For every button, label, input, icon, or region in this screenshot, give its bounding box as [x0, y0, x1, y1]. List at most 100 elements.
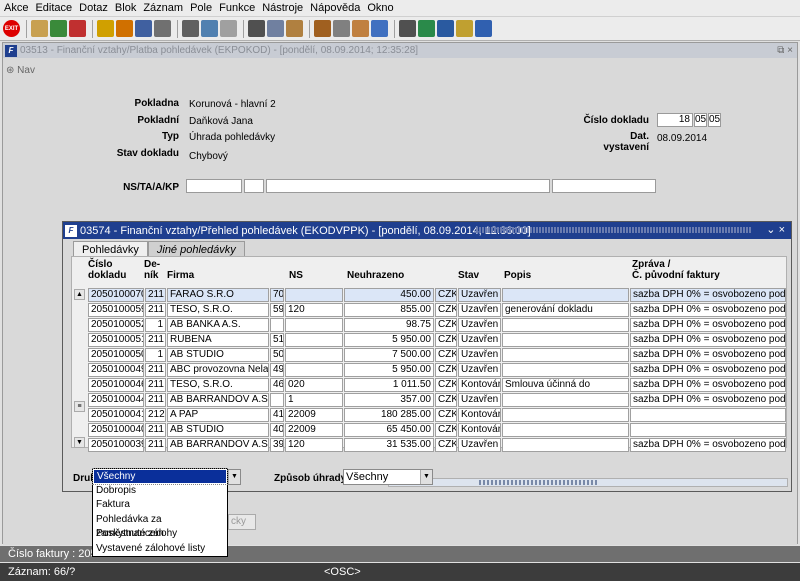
cell-cur[interactable]: CZK [435, 423, 457, 437]
query-icon[interactable] [97, 20, 114, 37]
export-icon[interactable] [399, 20, 416, 37]
cell-stav[interactable]: Kontován [458, 378, 501, 392]
tools-icon[interactable] [314, 20, 331, 37]
filter-icon[interactable] [154, 20, 171, 37]
settings-icon[interactable] [333, 20, 350, 37]
option-pohledavka-za-zamestnancem[interactable]: Pohledávka za zaměstnancem [93, 513, 227, 539]
cell-ns[interactable]: 120 [285, 438, 343, 452]
report-icon[interactable] [201, 20, 218, 37]
cell-doc[interactable]: 2050100070 [88, 288, 144, 302]
cell-den[interactable]: 211 [145, 423, 166, 437]
cell-den[interactable]: 211 [145, 333, 166, 347]
druh-combo-arrow[interactable]: ▼ [227, 469, 241, 485]
ns-field[interactable] [186, 179, 242, 193]
exit-icon[interactable]: EXIT [3, 20, 20, 37]
cell-ns[interactable] [285, 318, 343, 332]
scroll-thumb-icon[interactable]: ≡ [74, 401, 85, 412]
cell-cur[interactable]: CZK [435, 378, 457, 392]
cell-stav[interactable]: Uzavřen [458, 393, 501, 407]
cell-stav[interactable]: Uzavřen [458, 318, 501, 332]
cell-stav[interactable]: Uzavřen [458, 303, 501, 317]
scroll-up-icon[interactable]: ▲ [74, 289, 85, 300]
option-poskytnute-zalohy[interactable]: Poskytnuté zálohy [93, 527, 227, 542]
cell-ns[interactable] [285, 363, 343, 377]
cell-ic[interactable] [270, 318, 284, 332]
mail-icon[interactable] [220, 20, 237, 37]
cell-amt[interactable]: 7 500.00 [344, 348, 434, 362]
cell-popis[interactable] [502, 438, 629, 452]
cell-doc[interactable]: 2050100050 [88, 348, 144, 362]
hscroll-thumb[interactable] [479, 480, 599, 485]
cell-amt[interactable]: 450.00 [344, 288, 434, 302]
cell-amt[interactable]: 65 450.00 [344, 423, 434, 437]
cell-stav[interactable]: Kontován [458, 408, 501, 422]
copy-icon[interactable] [267, 20, 284, 37]
cell-ic[interactable]: 49 [270, 363, 284, 377]
cell-firma[interactable]: RUBENA [167, 333, 269, 347]
cell-zprava[interactable]: sazba DPH 0% = osvobozeno podle par [630, 348, 786, 362]
count-icon[interactable] [135, 20, 152, 37]
cell-den[interactable]: 212 [145, 408, 166, 422]
cell-stav[interactable]: Kontován [458, 423, 501, 437]
ta-field[interactable] [244, 179, 264, 193]
cell-den[interactable]: 211 [145, 393, 166, 407]
cell-doc[interactable]: 2050100051 [88, 333, 144, 347]
menu-dotaz[interactable]: Dotaz [79, 2, 108, 14]
cell-ic[interactable]: 46 [270, 378, 284, 392]
cell-den[interactable]: 1 [145, 348, 166, 362]
cell-popis[interactable]: generování dokladu [502, 303, 629, 317]
cell-popis[interactable] [502, 408, 629, 422]
cell-amt[interactable]: 357.00 [344, 393, 434, 407]
save-icon[interactable] [50, 20, 67, 37]
cell-amt[interactable]: 1 011.50 [344, 378, 434, 392]
cell-popis[interactable] [502, 363, 629, 377]
menu-pole[interactable]: Pole [190, 2, 212, 14]
cell-ns[interactable]: 22009 [285, 408, 343, 422]
cislo-dokladu-part2[interactable]: 05 [694, 113, 707, 127]
cell-firma[interactable]: A PAP [167, 408, 269, 422]
cell-ns[interactable]: 020 [285, 378, 343, 392]
cell-ic[interactable]: 59 [270, 303, 284, 317]
cell-den[interactable]: 211 [145, 363, 166, 377]
cell-firma[interactable]: ABC provozovna Nelahoze [167, 363, 269, 377]
cell-firma[interactable]: AB BANKA A.S. [167, 318, 269, 332]
cell-stav[interactable]: Uzavřen [458, 288, 501, 302]
cell-cur[interactable]: CZK [435, 303, 457, 317]
cell-den[interactable]: 211 [145, 288, 166, 302]
menu-funkce[interactable]: Funkce [219, 2, 255, 14]
cell-zprava[interactable] [630, 423, 786, 437]
cell-doc[interactable]: 2050100052 [88, 318, 144, 332]
cell-amt[interactable]: 31 535.00 [344, 438, 434, 452]
cell-firma[interactable]: AB STUDIO [167, 423, 269, 437]
menu-napoveda[interactable]: Nápověda [310, 2, 360, 14]
cell-ns[interactable]: 120 [285, 303, 343, 317]
cell-popis[interactable] [502, 333, 629, 347]
calendar-icon[interactable] [352, 20, 369, 37]
cell-popis[interactable] [502, 423, 629, 437]
cell-cur[interactable]: CZK [435, 333, 457, 347]
hidden-button[interactable]: cky [228, 514, 256, 530]
cell-ns[interactable]: 1 [285, 393, 343, 407]
cell-stav[interactable]: Uzavřen [458, 333, 501, 347]
window-controls-icon[interactable]: ⌄ × [766, 223, 785, 236]
cell-zprava[interactable]: sazba DPH 0% = osvobozeno podle par [630, 378, 786, 392]
cell-cur[interactable]: CZK [435, 348, 457, 362]
cut-icon[interactable] [248, 20, 265, 37]
cell-ic[interactable]: 70 [270, 288, 284, 302]
help-icon[interactable] [456, 20, 473, 37]
cell-firma[interactable]: AB BARRANDOV A.S. [167, 438, 269, 452]
cell-popis[interactable]: Smlouva účinná do [502, 378, 629, 392]
nav-button[interactable]: ⊛ Nav [6, 65, 35, 76]
cell-cur[interactable]: CZK [435, 363, 457, 377]
cell-cur[interactable]: CZK [435, 393, 457, 407]
menu-okno[interactable]: Okno [367, 2, 393, 14]
option-dobropis[interactable]: Dobropis [93, 484, 227, 499]
cell-amt[interactable]: 180 285.00 [344, 408, 434, 422]
cislo-dokladu-part3[interactable]: 05 [708, 113, 721, 127]
cell-doc[interactable]: 2050100040 [88, 423, 144, 437]
cell-cur[interactable]: CZK [435, 318, 457, 332]
chart-icon[interactable] [371, 20, 388, 37]
cell-firma[interactable]: TESO, S.R.O. [167, 303, 269, 317]
cell-firma[interactable]: AB BARRANDOV A.S. [167, 393, 269, 407]
cell-firma[interactable]: AB STUDIO [167, 348, 269, 362]
